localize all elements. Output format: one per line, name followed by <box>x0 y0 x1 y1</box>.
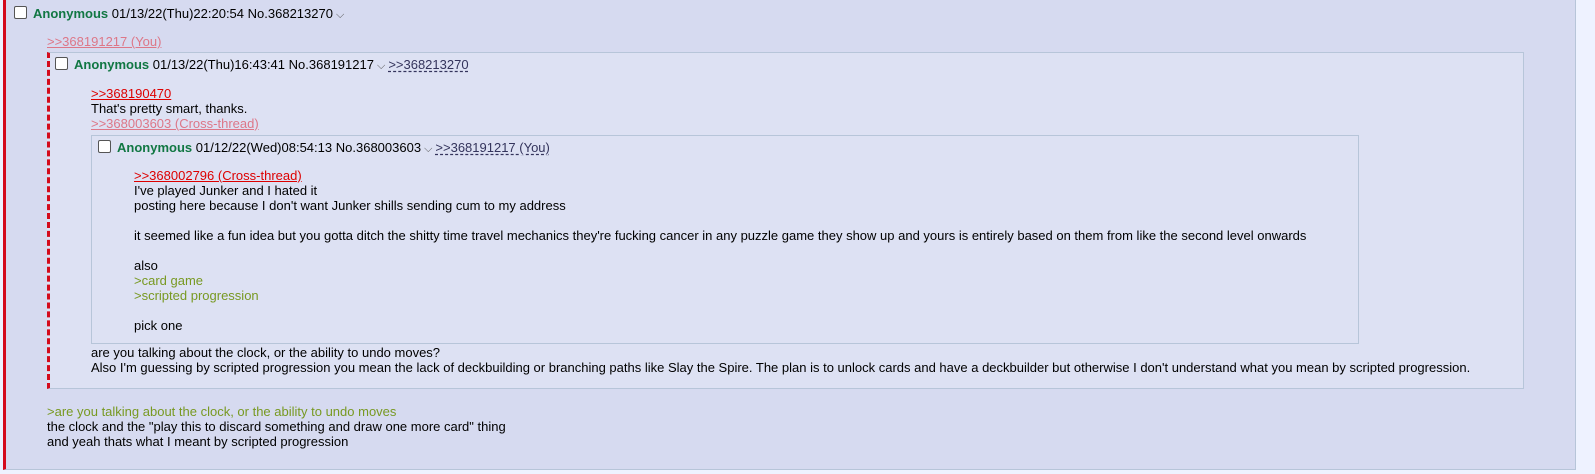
post-368213270: Anonymous 01/13/22(Thu)22:20:54 No.36821… <box>3 0 1576 470</box>
post-menu-chevron-icon[interactable]: ⌵ <box>424 143 432 155</box>
message-line: the clock and the "play this to discard … <box>47 419 506 434</box>
poster-name: Anonymous <box>74 57 150 72</box>
message-line: posting here because I don't want Junker… <box>134 198 566 213</box>
quote-link-368190470[interactable]: >>368190470 <box>91 86 171 101</box>
greentext-line: >card game <box>134 273 204 288</box>
post-message-continued: are you talking about the clock, or the … <box>91 345 1470 375</box>
quote-link-row: >>368191217 (You) <box>47 34 161 50</box>
greentext-line: >are you talking about the clock, or the… <box>47 404 397 419</box>
crossthread-link-368002796[interactable]: >>368002796 (Cross-thread) <box>134 168 302 183</box>
post-select-checkbox[interactable] <box>14 6 27 19</box>
message-line: it seemed like a fun idea but you gotta … <box>134 228 1307 243</box>
post-message: >>368190470 That's pretty smart, thanks.… <box>91 86 259 131</box>
message-line: Also I'm guessing by scripted progressio… <box>91 360 1471 375</box>
message-line: I've played Junker and I hated it <box>134 183 318 198</box>
message-line: That's pretty smart, thanks. <box>91 101 248 116</box>
quote-link-368191217[interactable]: >>368191217 (You) <box>47 34 161 49</box>
post-info: Anonymous 01/13/22(Thu)22:20:54 No.36821… <box>14 6 347 23</box>
post-info: Anonymous 01/12/22(Wed)08:54:13 No.36800… <box>98 140 550 157</box>
message-line: are you talking about the clock, or the … <box>91 345 441 360</box>
backlink-368213270[interactable]: >>368213270 <box>388 57 468 72</box>
post-select-checkbox[interactable] <box>98 140 111 153</box>
backlink-368191217[interactable]: >>368191217 (You) <box>435 140 549 155</box>
post-info: Anonymous 01/13/22(Thu)16:43:41 No.36819… <box>55 57 469 74</box>
post-select-checkbox[interactable] <box>55 57 68 70</box>
message-line: and yeah thats what I meant by scripted … <box>47 434 349 449</box>
post-number[interactable]: No.368213270 <box>248 6 333 21</box>
poster-name: Anonymous <box>33 6 109 21</box>
greentext-line: >scripted progression <box>134 288 259 303</box>
post-message: >are you talking about the clock, or the… <box>47 404 506 449</box>
message-line: also <box>134 258 158 273</box>
poster-name: Anonymous <box>117 140 193 155</box>
post-message: >>368002796 (Cross-thread) I've played J… <box>134 168 1306 333</box>
post-datetime: 01/13/22(Thu)16:43:41 <box>152 57 286 72</box>
post-menu-chevron-icon[interactable]: ⌵ <box>377 60 385 72</box>
post-menu-chevron-icon[interactable]: ⌵ <box>336 9 344 21</box>
inline-post-368003603: Anonymous 01/12/22(Wed)08:54:13 No.36800… <box>91 135 1359 344</box>
post-number[interactable]: No.368191217 <box>289 57 374 72</box>
post-datetime: 01/13/22(Thu)22:20:54 <box>111 6 245 21</box>
post-number[interactable]: No.368003603 <box>336 140 421 155</box>
message-line: pick one <box>134 318 183 333</box>
crossthread-link-368003603[interactable]: >>368003603 (Cross-thread) <box>91 116 259 131</box>
post-datetime: 01/12/22(Wed)08:54:13 <box>195 140 333 155</box>
inline-post-368191217: Anonymous 01/13/22(Thu)16:43:41 No.36819… <box>47 52 1524 389</box>
